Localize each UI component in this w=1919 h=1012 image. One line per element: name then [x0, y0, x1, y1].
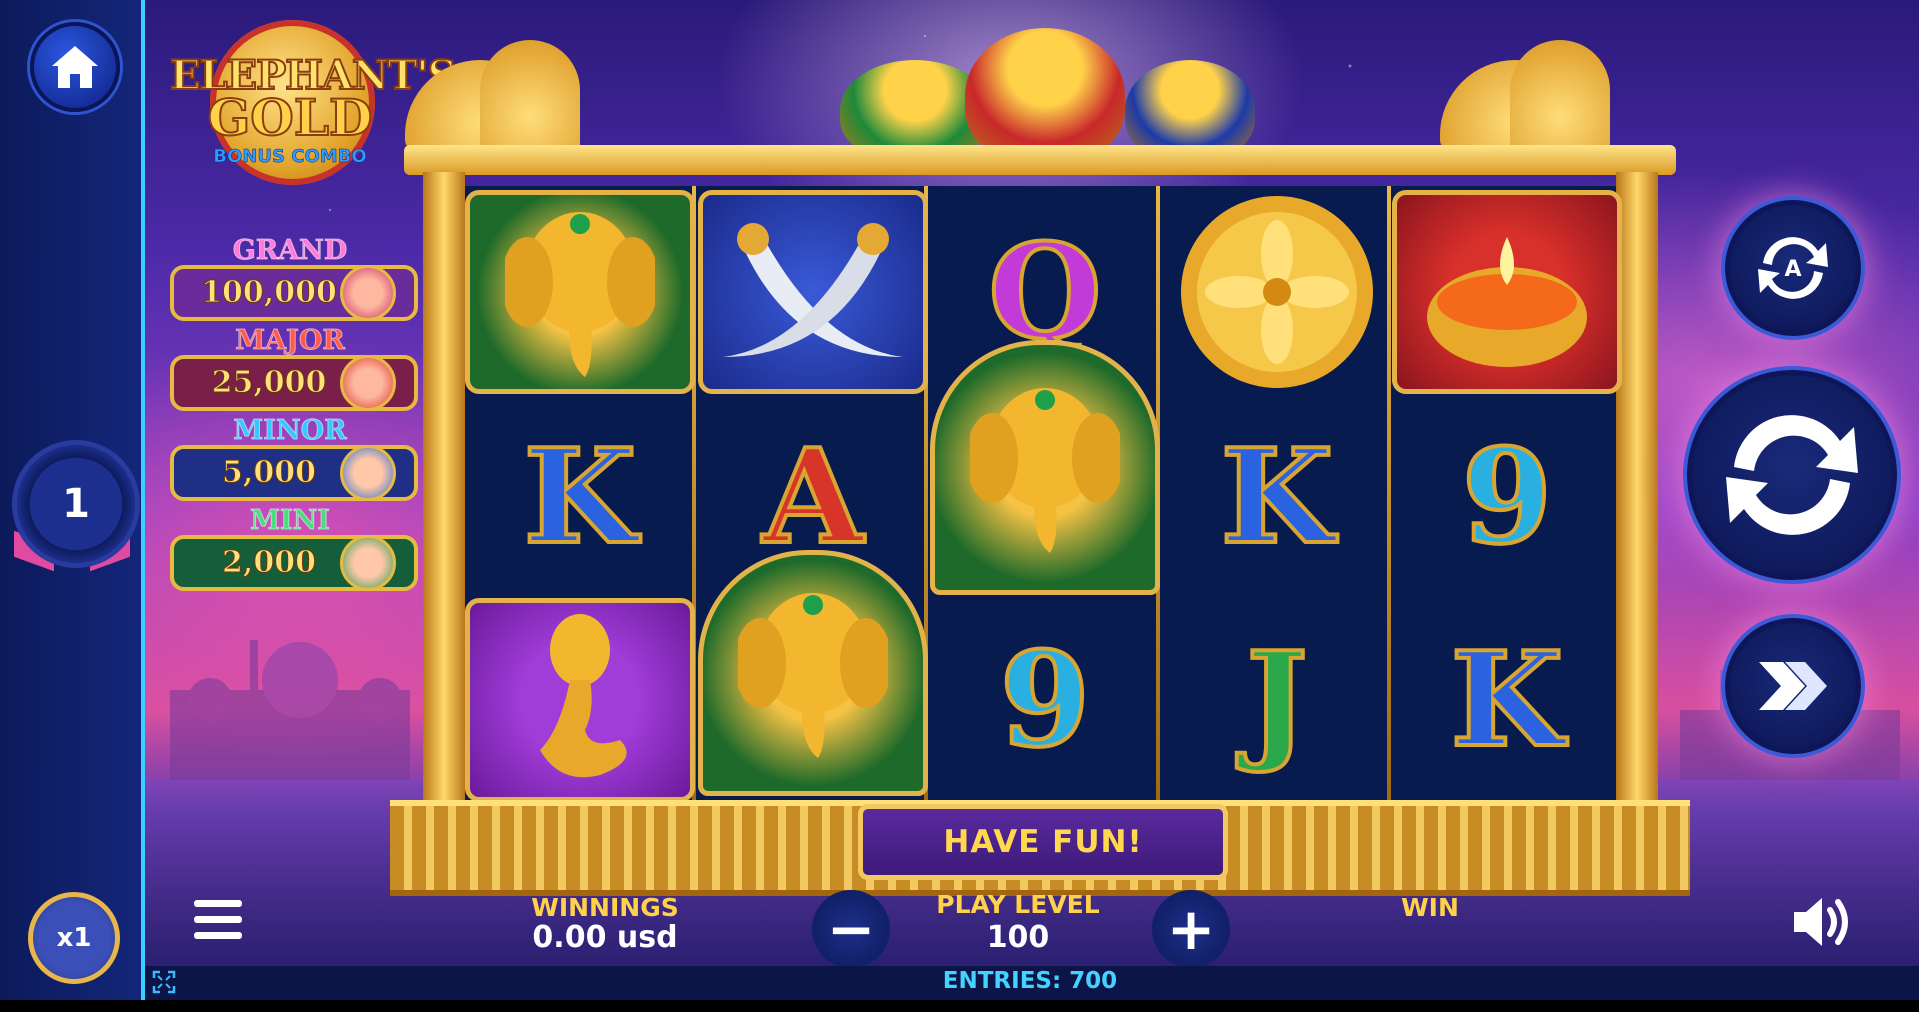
message-banner: HAVE FUN!	[858, 804, 1228, 880]
symbol-diya-lamp	[1392, 190, 1622, 394]
fullscreen-icon	[152, 970, 176, 994]
jackpot-avatar	[340, 265, 396, 321]
minus-icon: −	[826, 895, 876, 963]
auto-letter: A	[1784, 257, 1801, 282]
symbol-elephant	[465, 190, 695, 394]
plus-icon: +	[1166, 895, 1216, 963]
winnings-value: 0.00 usd	[532, 920, 678, 955]
symbol-letter: Q	[986, 215, 1103, 368]
symbol-k: K	[1162, 395, 1392, 599]
fullscreen-button[interactable]	[152, 970, 176, 994]
symbol-letter: 9	[1460, 420, 1554, 573]
elephant-icon	[505, 212, 655, 377]
player-level-value: 1	[62, 481, 90, 527]
increase-play-level-button[interactable]: +	[1152, 890, 1230, 968]
elephant-icon	[970, 387, 1120, 553]
symbol-j: J	[1162, 598, 1392, 802]
jackpot-major: MAJOR 25,000	[170, 325, 420, 413]
logo-line3: BONUS COMBO	[213, 146, 367, 168]
auto-spin-icon: A	[1758, 237, 1828, 299]
turbo-icon	[1759, 662, 1827, 710]
jackpot-value: 5,000	[222, 455, 317, 491]
cobra-icon	[540, 614, 627, 778]
jackpot-avatar	[340, 355, 396, 411]
reel-frame-top	[404, 145, 1676, 175]
jackpot-avatar	[340, 535, 396, 591]
spin-icon	[1726, 415, 1858, 535]
jackpot-value: 25,000	[211, 365, 327, 401]
multiplier-value: x1	[56, 923, 92, 953]
multiplier-wheel-button[interactable]: x1	[28, 892, 120, 984]
temple-dome-right-center	[1510, 40, 1610, 150]
winnings-label: WINNINGS	[531, 893, 679, 922]
elephant-icon	[738, 593, 888, 758]
symbol-9: 9	[1392, 395, 1622, 599]
jackpot-title: GRAND	[232, 235, 348, 267]
symbol-letter: K	[1219, 420, 1336, 573]
reel-frame-right-pillar	[1616, 172, 1658, 812]
symbol-k: K	[1392, 598, 1622, 802]
symbol-9: 9	[930, 598, 1160, 802]
symbol-letter: K	[1449, 623, 1566, 776]
sound-icon	[1794, 898, 1848, 946]
symbol-letter: 9	[998, 623, 1092, 776]
sound-button[interactable]	[1790, 894, 1854, 950]
spin-button[interactable]	[1687, 370, 1897, 580]
crossed-swords-icon	[723, 223, 903, 357]
win-label: WIN	[1401, 893, 1459, 922]
menu-icon	[194, 900, 242, 939]
jackpot-minor: MINOR 5,000	[170, 415, 420, 503]
jackpot-value: 2,000	[222, 545, 317, 581]
menu-button[interactable]	[192, 896, 244, 944]
decrease-play-level-button[interactable]: −	[812, 890, 890, 968]
symbol-k: K	[465, 395, 695, 599]
jackpot-title: MINOR	[233, 415, 347, 447]
symbol-letter: K	[522, 420, 639, 573]
logo-line2: GOLD	[207, 87, 374, 148]
jackpot-grand: GRAND 100,000	[170, 235, 420, 323]
gold-pot-red	[965, 28, 1125, 163]
home-button[interactable]	[30, 22, 120, 112]
jackpot-avatar	[340, 445, 396, 501]
turbo-button[interactable]	[1725, 618, 1861, 754]
play-level-value: 100	[986, 920, 1050, 955]
temple-dome-left-center	[480, 40, 580, 150]
autoplay-button[interactable]: A	[1725, 200, 1861, 336]
symbol-letter: J	[1244, 623, 1309, 776]
symbol-lotus	[1162, 190, 1392, 394]
symbol-elephant	[698, 550, 928, 796]
diya-lamp-icon	[1427, 237, 1587, 367]
jackpot-title: MAJOR	[235, 325, 346, 357]
bottom-edge	[0, 1000, 1919, 1012]
play-level-label: PLAY LEVEL	[936, 890, 1100, 919]
symbol-letter: A	[761, 420, 866, 573]
reel-frame-left-pillar	[423, 172, 465, 812]
home-icon	[52, 46, 98, 88]
jackpot-mini: MINI 2,000	[170, 505, 420, 593]
entries-count: ENTRIES: 700	[942, 968, 1118, 994]
symbol-cobra	[465, 598, 695, 802]
palace-silhouette-left	[170, 640, 410, 780]
player-level-badge: 1	[12, 440, 140, 568]
message-text: HAVE FUN!	[943, 824, 1143, 860]
lotus-medallion-icon	[1181, 196, 1373, 388]
jackpot-value: 100,000	[201, 275, 338, 311]
symbol-elephant	[930, 340, 1160, 595]
jackpot-title: MINI	[250, 505, 331, 537]
symbol-swords	[698, 190, 928, 394]
